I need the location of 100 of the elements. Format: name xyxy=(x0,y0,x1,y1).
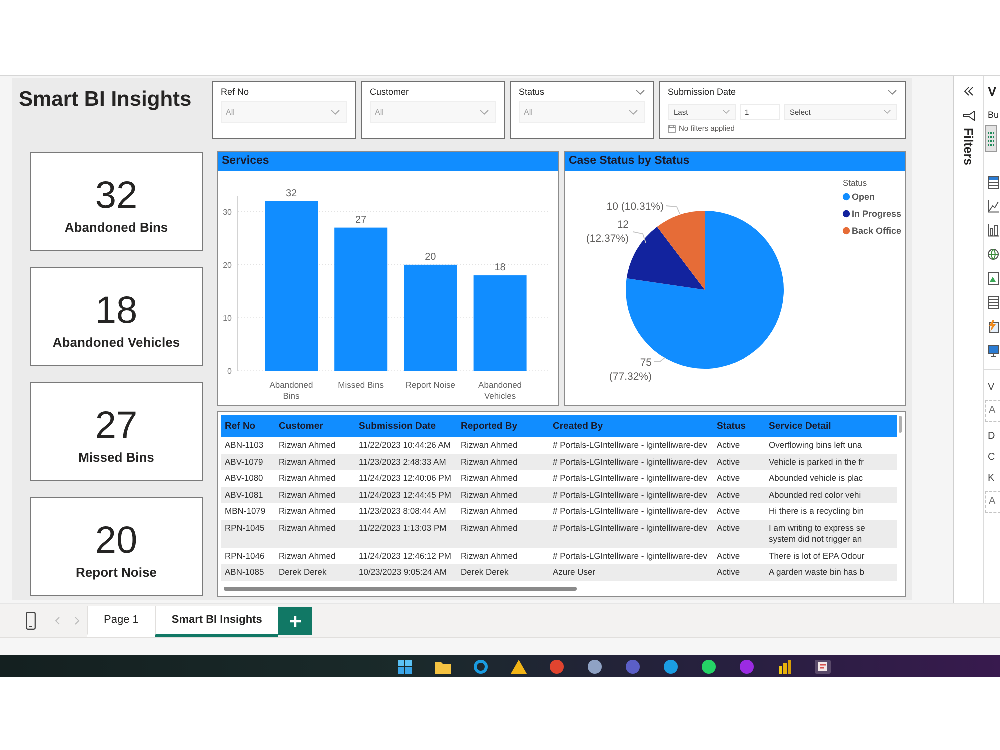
pane-tab[interactable]: Bu xyxy=(988,110,1000,120)
section-heading: C xyxy=(988,452,996,464)
folder-icon[interactable] xyxy=(435,660,451,674)
kpi-value: 18 xyxy=(95,291,138,331)
phone-icon[interactable] xyxy=(26,612,36,630)
lightning-icon[interactable] xyxy=(988,320,999,333)
chevron-down-icon xyxy=(331,110,340,114)
table-cell: Rizwan Ahmed xyxy=(275,548,355,564)
chart-title: Case Status by Status xyxy=(565,152,905,171)
column-header[interactable]: Submission Date xyxy=(355,415,457,437)
kpi-label: Missed Bins xyxy=(78,450,154,466)
table-cell: ABN-1085 xyxy=(221,564,275,580)
kpi-value: 32 xyxy=(95,176,138,216)
table-cell: Active xyxy=(713,486,765,503)
table-cell: # Portals-LGIntelliware - lgintelliware-dev xyxy=(549,454,713,470)
app-icon[interactable] xyxy=(701,660,717,674)
chevron-down-icon[interactable] xyxy=(636,90,645,94)
bar-chart-icon[interactable] xyxy=(777,660,793,674)
slicer-title: Ref No xyxy=(221,86,250,98)
page-tab[interactable]: Smart BI Insights xyxy=(154,606,278,637)
table-cell: Abounded red color vehi xyxy=(765,486,897,503)
table-cell: RPN-1046 xyxy=(221,548,275,564)
table-cell: A garden waste bin has b xyxy=(765,564,897,580)
filter-icon[interactable] xyxy=(962,111,974,121)
axis-tick-label: 0 xyxy=(228,367,232,376)
chevron-down-icon[interactable] xyxy=(888,90,897,94)
table-cell: RPN-1045 xyxy=(221,520,275,548)
table-cell: There is lot of EPA Odour xyxy=(765,548,897,564)
data-label: 10 (10.31%) xyxy=(606,201,664,213)
table-cell: Rizwan Ahmed xyxy=(275,520,355,548)
table-cell: Rizwan Ahmed xyxy=(457,520,549,548)
app-icon[interactable] xyxy=(663,660,679,674)
column-header[interactable]: Customer xyxy=(275,415,355,437)
table-cell: Rizwan Ahmed xyxy=(457,454,549,470)
kpi-value: 27 xyxy=(95,406,138,446)
table-cell: Derek Derek xyxy=(275,564,355,580)
list-icon[interactable] xyxy=(988,296,999,309)
section-heading: V xyxy=(988,382,995,394)
column-header[interactable]: Created By xyxy=(549,415,713,437)
build-visual-icon[interactable] xyxy=(985,125,997,152)
column-header[interactable]: Reported By xyxy=(457,415,549,437)
leader-line xyxy=(654,358,666,362)
slicer-title: Submission Date xyxy=(668,86,736,98)
legend-title: Status xyxy=(843,178,868,188)
triangle-icon[interactable] xyxy=(511,660,527,674)
kpi-label: Abandoned Bins xyxy=(64,220,168,236)
data-label: 20 xyxy=(425,252,436,263)
column-header[interactable]: Status xyxy=(713,415,765,437)
bar-chart-icon[interactable] xyxy=(988,224,999,237)
chevron-down-icon xyxy=(480,110,489,114)
table-cell: Rizwan Ahmed xyxy=(275,486,355,503)
column-header[interactable]: Ref No xyxy=(221,415,275,437)
table-cell: Derek Derek xyxy=(457,564,549,580)
leader-line xyxy=(666,206,680,214)
grid-icon[interactable] xyxy=(397,660,413,674)
column-header[interactable]: Service Detail xyxy=(765,415,897,437)
monitor-icon[interactable] xyxy=(988,344,999,357)
chart-title: Services xyxy=(218,152,558,171)
table-cell: 11/23/2023 2:48:33 AM xyxy=(355,454,457,470)
axis-label: Missed Bins xyxy=(338,380,384,390)
app-icon[interactable] xyxy=(549,660,565,674)
kpi-value: 20 xyxy=(95,521,138,561)
filters-label[interactable]: Filters xyxy=(962,128,976,166)
add-page-button[interactable] xyxy=(278,607,312,635)
data-label: 32 xyxy=(286,188,298,200)
table-cell: I am writing to express se system did not trigger an xyxy=(765,520,897,548)
table-cell: Active xyxy=(713,548,765,564)
table-cell: 10/23/2023 9:05:24 AM xyxy=(355,564,457,580)
field-well[interactable]: A xyxy=(985,491,1000,513)
ring-icon[interactable] xyxy=(473,660,489,674)
data-label: 12 (12.37%) xyxy=(586,219,629,245)
table-cell: Active xyxy=(713,564,765,580)
axis-tick-label: 20 xyxy=(223,260,232,270)
scrollbar-thumb[interactable] xyxy=(899,416,902,433)
scrollbar-thumb[interactable] xyxy=(224,587,577,591)
kpi-label: Abandoned Vehicles xyxy=(52,335,180,351)
slicer-title: Customer xyxy=(370,86,410,98)
page-tab[interactable]: Page 1 xyxy=(87,606,155,637)
field-well[interactable]: A xyxy=(985,400,1000,422)
axis-tick-label: 30 xyxy=(223,208,232,217)
legend-label: Open xyxy=(852,192,876,202)
table-icon[interactable] xyxy=(988,176,999,189)
globe-icon[interactable] xyxy=(988,248,999,261)
chevron-down-icon xyxy=(884,110,891,114)
app-icon[interactable] xyxy=(587,660,603,674)
table-cell: ABV-1081 xyxy=(221,486,275,503)
section-heading: K xyxy=(988,473,995,485)
section-heading: D xyxy=(988,431,996,443)
data-label: 18 xyxy=(494,262,506,274)
collapse-icon[interactable] xyxy=(964,87,974,96)
image-icon[interactable] xyxy=(988,272,999,285)
slicer-title: Status xyxy=(519,86,545,98)
table-cell: 11/24/2023 12:46:12 PM xyxy=(355,548,457,564)
line-chart-icon[interactable] xyxy=(988,200,999,213)
table-cell: Azure User xyxy=(549,564,713,580)
app-tile-icon[interactable] xyxy=(815,660,831,674)
legend-label: In Progress xyxy=(852,209,902,219)
plus-icon xyxy=(290,616,301,626)
table-cell: 11/24/2023 12:44:45 PM xyxy=(355,486,457,503)
data-label: 27 xyxy=(356,214,367,226)
